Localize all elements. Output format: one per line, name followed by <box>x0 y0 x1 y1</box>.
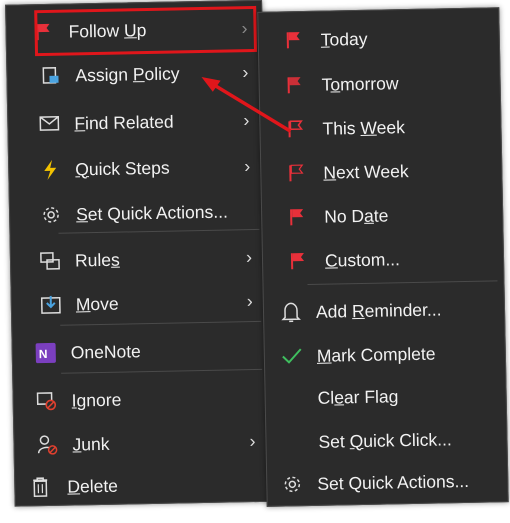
context-menu-screenshot: Follow Up › Assign Policy › Find Related… <box>0 0 510 523</box>
annotation-arrow <box>201 76 292 133</box>
